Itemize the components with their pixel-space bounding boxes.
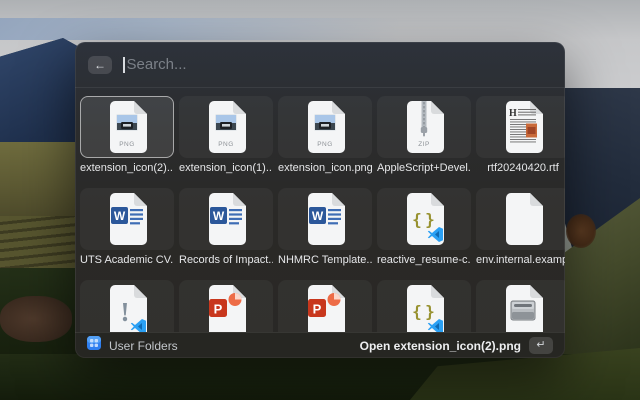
file-label: extension_icon(1).... [179,162,273,174]
file-tile[interactable]: W [179,188,273,250]
file-tile[interactable] [476,280,565,332]
file-item: W NHMRC Template... [278,188,372,266]
file-item: Hrtf20240420.rtf [476,96,565,174]
word-document-icon: W [107,193,147,245]
code-vscode-icon: {} [404,193,444,245]
svg-text:{: { [412,210,422,229]
svg-text:W: W [114,209,126,223]
wallpaper-red-patch [0,296,72,342]
file-label: Records of Impact... [179,254,273,266]
svg-text:ZIP: ZIP [418,141,430,148]
file-tile[interactable]: ! [80,280,174,332]
search-bar: ← Search... [75,42,565,88]
file-item: {} [377,280,471,332]
arrow-left-icon: ← [94,59,106,71]
source-label: User Folders [109,339,178,353]
file-item: PNG extension_icon(1).... [179,96,273,174]
file-tile[interactable]: W [278,188,372,250]
word-document-icon: W [206,193,246,245]
file-item: P [179,280,273,332]
file-item: PNG extension_icon.png [278,96,372,174]
svg-text:P: P [313,302,322,317]
launcher-window: ← Search... PNG extension_icon(2).... PNG e… [75,42,565,358]
wallpaper-red-tree [566,214,596,248]
disk-image-icon [503,285,543,332]
svg-text:}: } [425,302,435,321]
plain-document-icon [503,193,543,245]
file-label: extension_icon.png [278,162,372,174]
file-item: PNG extension_icon(2).... [80,96,174,174]
svg-text:PNG: PNG [317,141,333,148]
file-item: P [278,280,372,332]
svg-text:PNG: PNG [218,141,234,148]
file-item: ZIP AppleScript+Devel... [377,96,471,174]
file-label: extension_icon(2).... [80,162,174,174]
file-tile[interactable]: PNG [278,96,372,158]
enter-key-icon: ↵ [529,337,553,354]
svg-text:PNG: PNG [119,141,135,148]
svg-text:H: H [509,108,517,119]
file-label: rtf20240420.rtf [487,162,559,174]
wallpaper-sky-band [0,18,420,40]
file-item: W UTS Academic CV... [80,188,174,266]
file-tile[interactable]: PNG [80,96,174,158]
file-tile[interactable]: P [179,280,273,332]
file-tile[interactable]: H [476,96,565,158]
footer-bar: User Folders Open extension_icon(2).png … [75,332,565,358]
file-label: env.internal.example [476,254,565,266]
file-item [476,280,565,332]
svg-text:W: W [213,209,225,223]
file-tile[interactable]: P [278,280,372,332]
file-label: reactive_resume-c... [377,254,471,266]
svg-text:!: ! [121,297,130,327]
file-item: W Records of Impact... [179,188,273,266]
file-item: ! [80,280,174,332]
footer-action[interactable]: Open extension_icon(2).png ↵ [360,337,553,354]
file-label: NHMRC Template... [278,254,372,266]
word-document-icon: W [305,193,345,245]
powerpoint-icon: P [206,285,246,332]
primary-action-label: Open extension_icon(2).png [360,339,521,353]
back-button[interactable]: ← [88,56,112,74]
file-tile[interactable]: PNG [179,96,273,158]
file-item: {} reactive_resume-c... [377,188,471,266]
code-vscode-icon: {} [404,285,444,332]
rtf-document-icon: H [503,101,543,153]
png-image-icon: PNG [305,101,345,153]
file-tile[interactable] [476,188,565,250]
text-caret [123,57,125,73]
svg-text:W: W [312,209,324,223]
user-folders-icon [87,336,101,355]
powerpoint-icon: P [305,285,345,332]
file-tile[interactable]: ZIP [377,96,471,158]
file-tile[interactable]: {} [377,188,471,250]
footer-source: User Folders [87,336,178,355]
warning-vscode-icon: ! [107,285,147,332]
png-image-icon: PNG [107,101,147,153]
png-image-icon: PNG [206,101,246,153]
file-item: env.internal.example [476,188,565,266]
svg-text:}: } [425,210,435,229]
file-label: AppleScript+Devel... [377,162,471,174]
file-tile[interactable]: W [80,188,174,250]
svg-text:P: P [214,302,223,317]
file-grid: PNG extension_icon(2).... PNG extension_ico… [75,89,565,332]
svg-text:{: { [412,302,422,321]
file-label: UTS Academic CV... [80,254,174,266]
search-input[interactable]: Search... [127,56,187,73]
zip-archive-icon: ZIP [404,101,444,153]
file-tile[interactable]: {} [377,280,471,332]
